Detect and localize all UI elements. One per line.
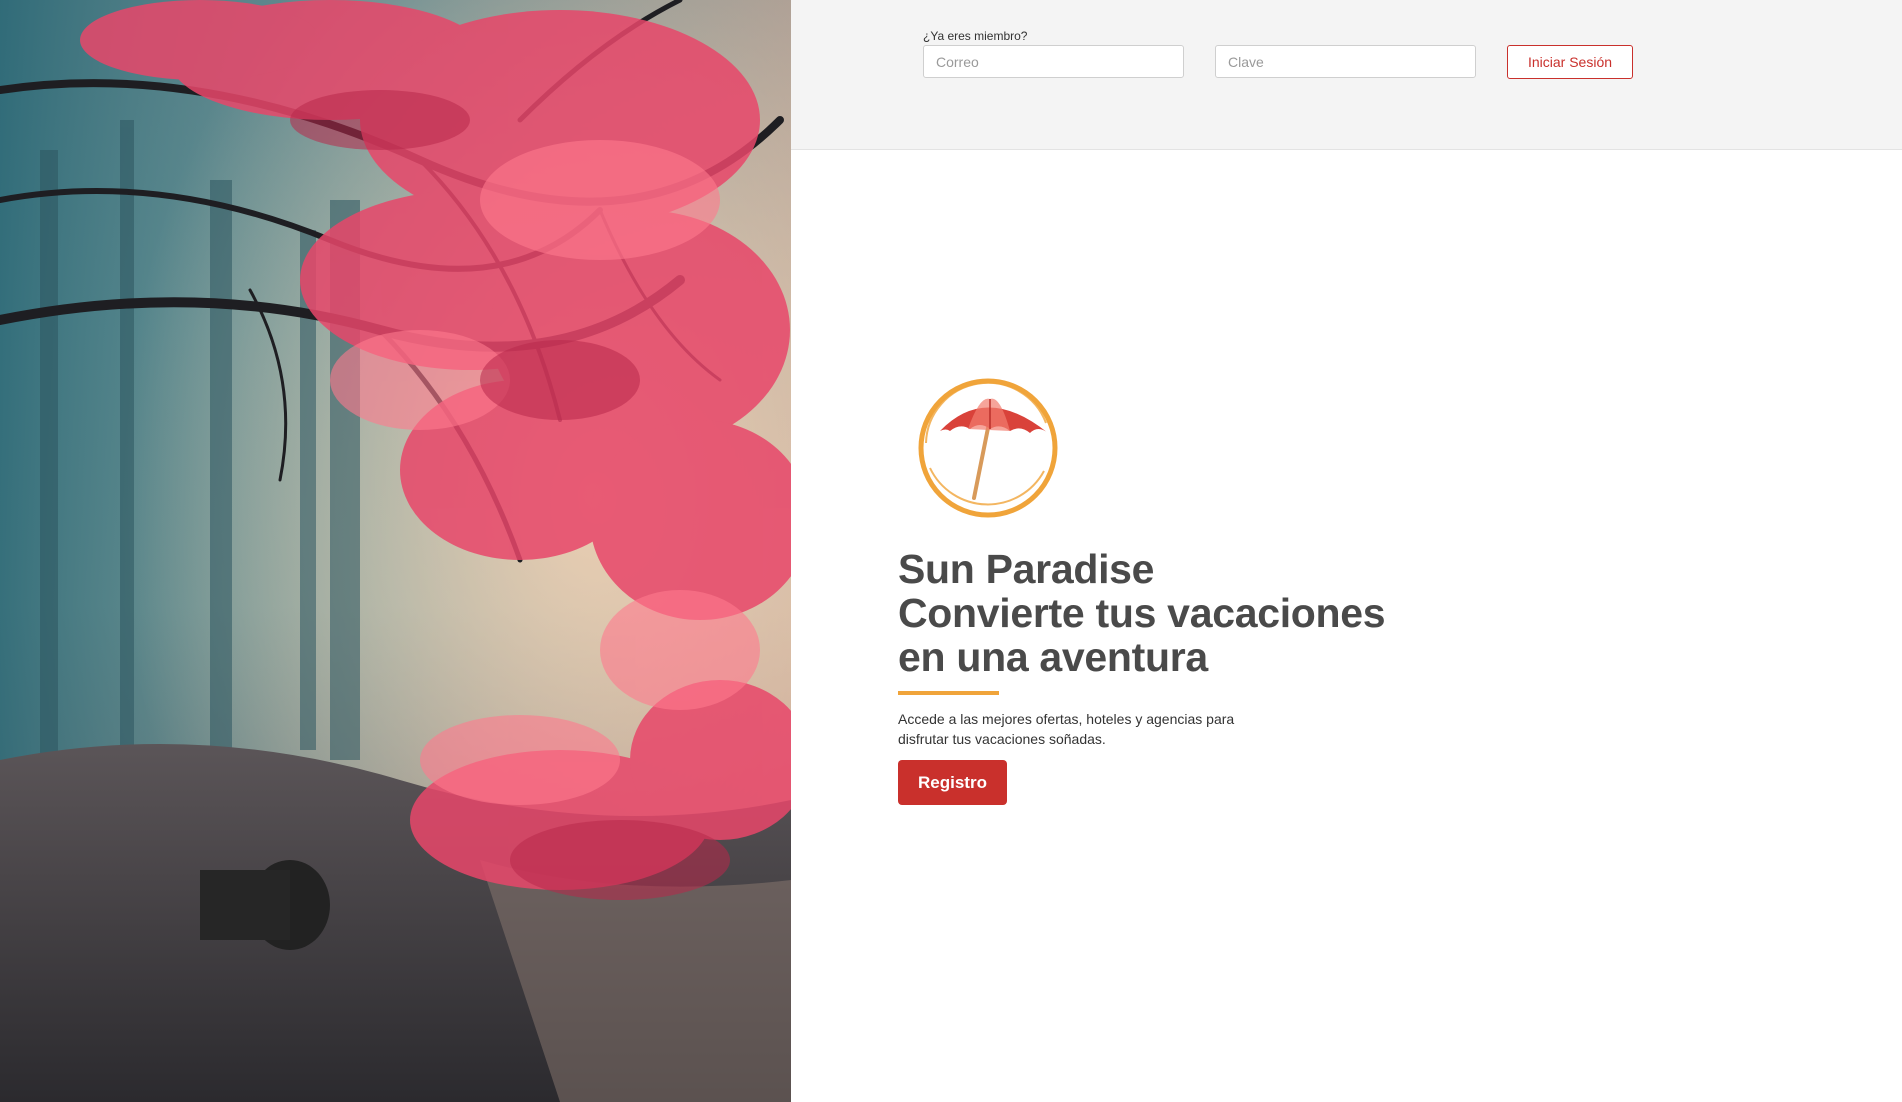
login-button[interactable]: Iniciar Sesión (1507, 45, 1633, 79)
register-button[interactable]: Registro (898, 760, 1007, 805)
hero-title-line2: Convierte tus vacaciones (898, 590, 1386, 636)
forest-background-photo (0, 0, 791, 1102)
landing-page: ¿Ya eres miembro? Iniciar Sesión Sun Par… (0, 0, 1902, 1102)
main-content: ¿Ya eres miembro? Iniciar Sesión Sun Par… (791, 0, 1902, 1102)
member-prompt-label: ¿Ya eres miembro? (923, 29, 1028, 43)
hero-title: Sun Paradise Convierte tus vacaciones en… (898, 546, 1386, 680)
password-input[interactable] (1215, 45, 1476, 78)
hero-description: Accede a las mejores ofertas, hoteles y … (898, 711, 1235, 747)
beach-umbrella-icon (916, 373, 1066, 523)
hero-title-line1: Sun Paradise (898, 546, 1155, 592)
email-input[interactable] (923, 45, 1184, 78)
login-bar: ¿Ya eres miembro? Iniciar Sesión (791, 0, 1902, 150)
title-underline (898, 691, 999, 695)
hero-title-line3: en una aventura (898, 634, 1208, 680)
